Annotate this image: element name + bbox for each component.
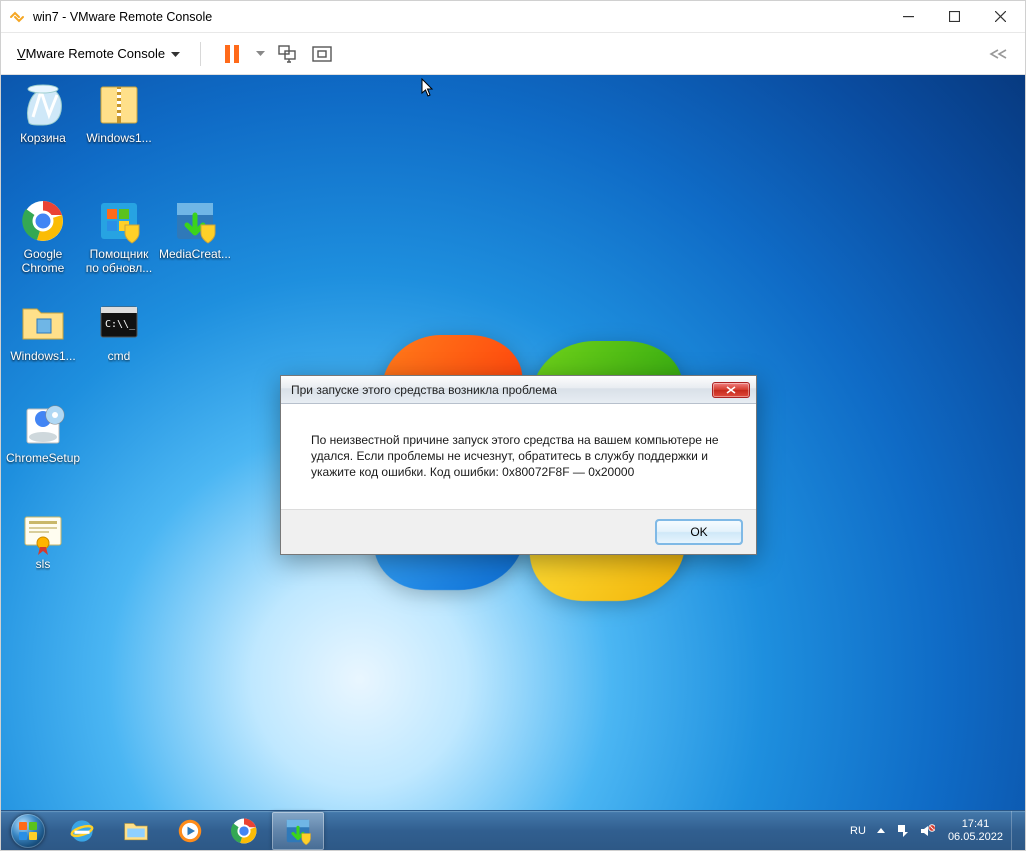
tray-language-indicator[interactable]: RU (845, 811, 871, 850)
desktop-icon-label: MediaCreat... (159, 247, 231, 261)
tray-date: 06.05.2022 (948, 831, 1003, 844)
desktop-icon-label: ChromeSetup (6, 451, 80, 465)
vmrc-window-title: win7 - VMware Remote Console (33, 10, 885, 24)
mouse-cursor-icon (421, 78, 435, 101)
vmrc-titlebar: win7 - VMware Remote Console (1, 1, 1025, 33)
taskbar-pin-wmp[interactable] (164, 812, 216, 850)
media-creation-icon (171, 197, 219, 245)
vmrc-menu-label: Mware Remote Console (26, 46, 165, 61)
taskbar-pin-media-creation-running[interactable] (272, 812, 324, 850)
media-creation-running-icon (283, 816, 313, 846)
windows1-zip-icon (95, 81, 143, 129)
chrome-icon (229, 816, 259, 846)
desktop-icon-update-assistant[interactable]: Помощник по обновл... (81, 197, 157, 289)
recycle-bin-icon (19, 81, 67, 129)
dialog-title: При запуске этого средства возникла проб… (291, 383, 557, 397)
windows-logo-icon (19, 822, 37, 840)
cmd-icon (95, 299, 143, 347)
taskbar-pin-explorer[interactable] (110, 812, 162, 850)
desktop-icon-cmd[interactable]: cmd (81, 299, 157, 391)
show-desktop-button[interactable] (1011, 811, 1021, 851)
toolbar-separator (200, 42, 201, 66)
desktop-icon-label: cmd (108, 349, 131, 363)
send-cad-button[interactable] (273, 39, 303, 69)
ie-icon (67, 816, 97, 846)
taskbar: RU 17:41 06.05.2022 (1, 810, 1025, 850)
explorer-icon (121, 816, 151, 846)
desktop-icon-recycle-bin[interactable]: Корзина (5, 81, 81, 173)
tray-time: 17:41 (962, 818, 990, 831)
tray-volume-muted-icon[interactable] (915, 811, 940, 850)
desktop-icon-label: Помощник по обновл... (82, 247, 156, 275)
pause-vm-button[interactable] (217, 39, 247, 69)
taskbar-pin-chrome[interactable] (218, 812, 270, 850)
window-minimize-button[interactable] (885, 2, 931, 32)
window-close-button[interactable] (977, 2, 1023, 32)
dialog-body-text: По неизвестной причине запуск этого сред… (281, 404, 756, 509)
desktop-icon-windows1-zip[interactable]: Windows1... (81, 81, 157, 173)
collapse-toolbar-button[interactable] (983, 39, 1013, 69)
pause-dropdown-button[interactable] (251, 39, 269, 69)
sls-icon (19, 507, 67, 555)
desktop-icon-sls[interactable]: sls (5, 507, 81, 599)
error-dialog: При запуске этого средства возникла проб… (280, 375, 757, 555)
dialog-close-button[interactable] (712, 382, 750, 398)
update-assistant-icon (95, 197, 143, 245)
dialog-footer: OK (281, 509, 756, 554)
vmrc-toolbar: VMware Remote Console (1, 33, 1025, 75)
desktop-icon-google-chrome[interactable]: Google Chrome (5, 197, 81, 289)
tray-clock[interactable]: 17:41 06.05.2022 (940, 811, 1011, 850)
dialog-titlebar[interactable]: При запуске этого средства возникла проб… (281, 376, 756, 404)
fullscreen-button[interactable] (307, 39, 337, 69)
tray-action-center-icon[interactable] (891, 811, 915, 850)
vmware-logo-icon (9, 9, 25, 25)
wmp-icon (175, 816, 205, 846)
window-maximize-button[interactable] (931, 2, 977, 32)
start-button[interactable] (1, 811, 55, 851)
desktop-icon-windows1-folder[interactable]: Windows1... (5, 299, 81, 391)
desktop-icon-label: Windows1... (86, 131, 151, 145)
taskbar-pin-ie[interactable] (56, 812, 108, 850)
desktop-icon-label: Windows1... (10, 349, 75, 363)
desktop-icon-media-creation[interactable]: MediaCreat... (157, 197, 233, 289)
system-tray: RU 17:41 06.05.2022 (845, 811, 1025, 850)
chevron-down-icon (171, 46, 180, 61)
google-chrome-icon (19, 197, 67, 245)
guest-desktop[interactable]: Корзина Windows1... Google ChromeПомощник … (1, 75, 1025, 850)
desktop-icon-label: sls (36, 557, 51, 571)
vmrc-menu-dropdown[interactable]: VMware Remote Console (13, 42, 184, 65)
desktop-icon-chromesetup[interactable]: ChromeSetup (5, 401, 81, 493)
chromesetup-icon (19, 401, 67, 449)
tray-show-hidden-icon[interactable] (871, 811, 891, 850)
windows1-folder-icon (19, 299, 67, 347)
dialog-ok-button[interactable]: OK (656, 520, 742, 544)
vmrc-menu-first-letter: V (17, 46, 26, 61)
desktop-icon-label: Google Chrome (6, 247, 80, 275)
desktop-icon-label: Корзина (20, 131, 66, 145)
